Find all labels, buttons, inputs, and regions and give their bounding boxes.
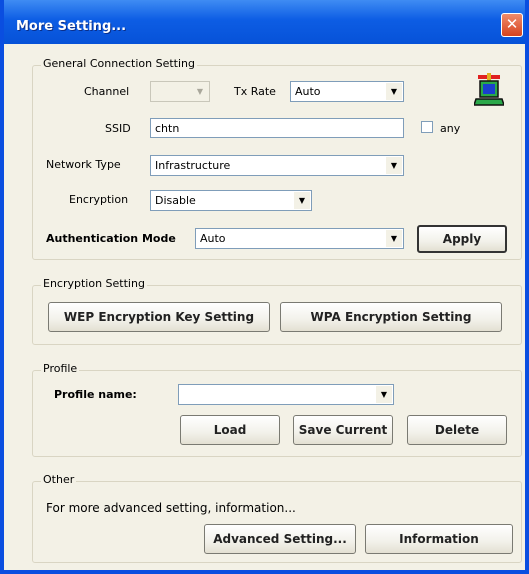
network-type-label: Network Type [46,158,121,171]
close-button[interactable]: ✕ [501,13,523,37]
authentication-mode-select[interactable]: Auto ▼ [195,228,404,249]
channel-label: Channel [84,85,130,98]
information-button[interactable]: Information [365,524,513,554]
chevron-down-icon: ▼ [386,157,402,174]
other-group-label: Other [41,473,77,486]
tx-rate-label: Tx Rate [234,85,276,98]
chevron-down-icon: ▼ [386,83,402,100]
channel-select[interactable]: ▼ [150,81,210,102]
encryption-setting-label: Encryption Setting [41,277,147,290]
ssid-value: chtn [155,122,180,135]
advanced-setting-button[interactable]: Advanced Setting... [204,524,356,554]
network-type-select[interactable]: Infrastructure ▼ [150,155,404,176]
wpa-encryption-setting-button[interactable]: WPA Encryption Setting [280,302,502,332]
ssid-input[interactable]: chtn [150,118,404,138]
any-label: any [440,122,461,135]
network-type-value: Infrastructure [155,159,231,172]
load-button[interactable]: Load [180,415,280,445]
apply-button[interactable]: Apply [417,225,507,253]
authentication-mode-value: Auto [200,232,226,245]
wep-encryption-key-button[interactable]: WEP Encryption Key Setting [48,302,270,332]
title-bar[interactable]: More Setting... ✕ [4,0,525,44]
encryption-label: Encryption [69,193,129,206]
encryption-select[interactable]: Disable ▼ [150,190,312,211]
chevron-down-icon: ▼ [386,230,402,247]
tx-rate-select[interactable]: Auto ▼ [290,81,404,102]
chevron-down-icon: ▼ [294,192,310,209]
profile-group-label: Profile [41,362,80,375]
delete-button[interactable]: Delete [407,415,507,445]
profile-name-select[interactable]: ▼ [178,384,394,405]
general-connection-label: General Connection Setting [41,57,197,70]
chevron-down-icon: ▼ [192,83,208,100]
other-info-text: For more advanced setting, information..… [46,501,296,515]
window-title: More Setting... [16,19,127,34]
network-computer-icon [474,73,504,106]
encryption-value: Disable [155,194,196,207]
chevron-down-icon: ▼ [376,386,392,403]
save-current-button[interactable]: Save Current [293,415,393,445]
authentication-mode-label: Authentication Mode [46,232,176,245]
more-setting-dialog: More Setting... ✕ General Connection Set… [0,0,529,574]
profile-name-label: Profile name: [54,388,137,401]
any-checkbox[interactable] [421,121,433,133]
tx-rate-value: Auto [295,85,321,98]
ssid-label: SSID [105,122,131,135]
